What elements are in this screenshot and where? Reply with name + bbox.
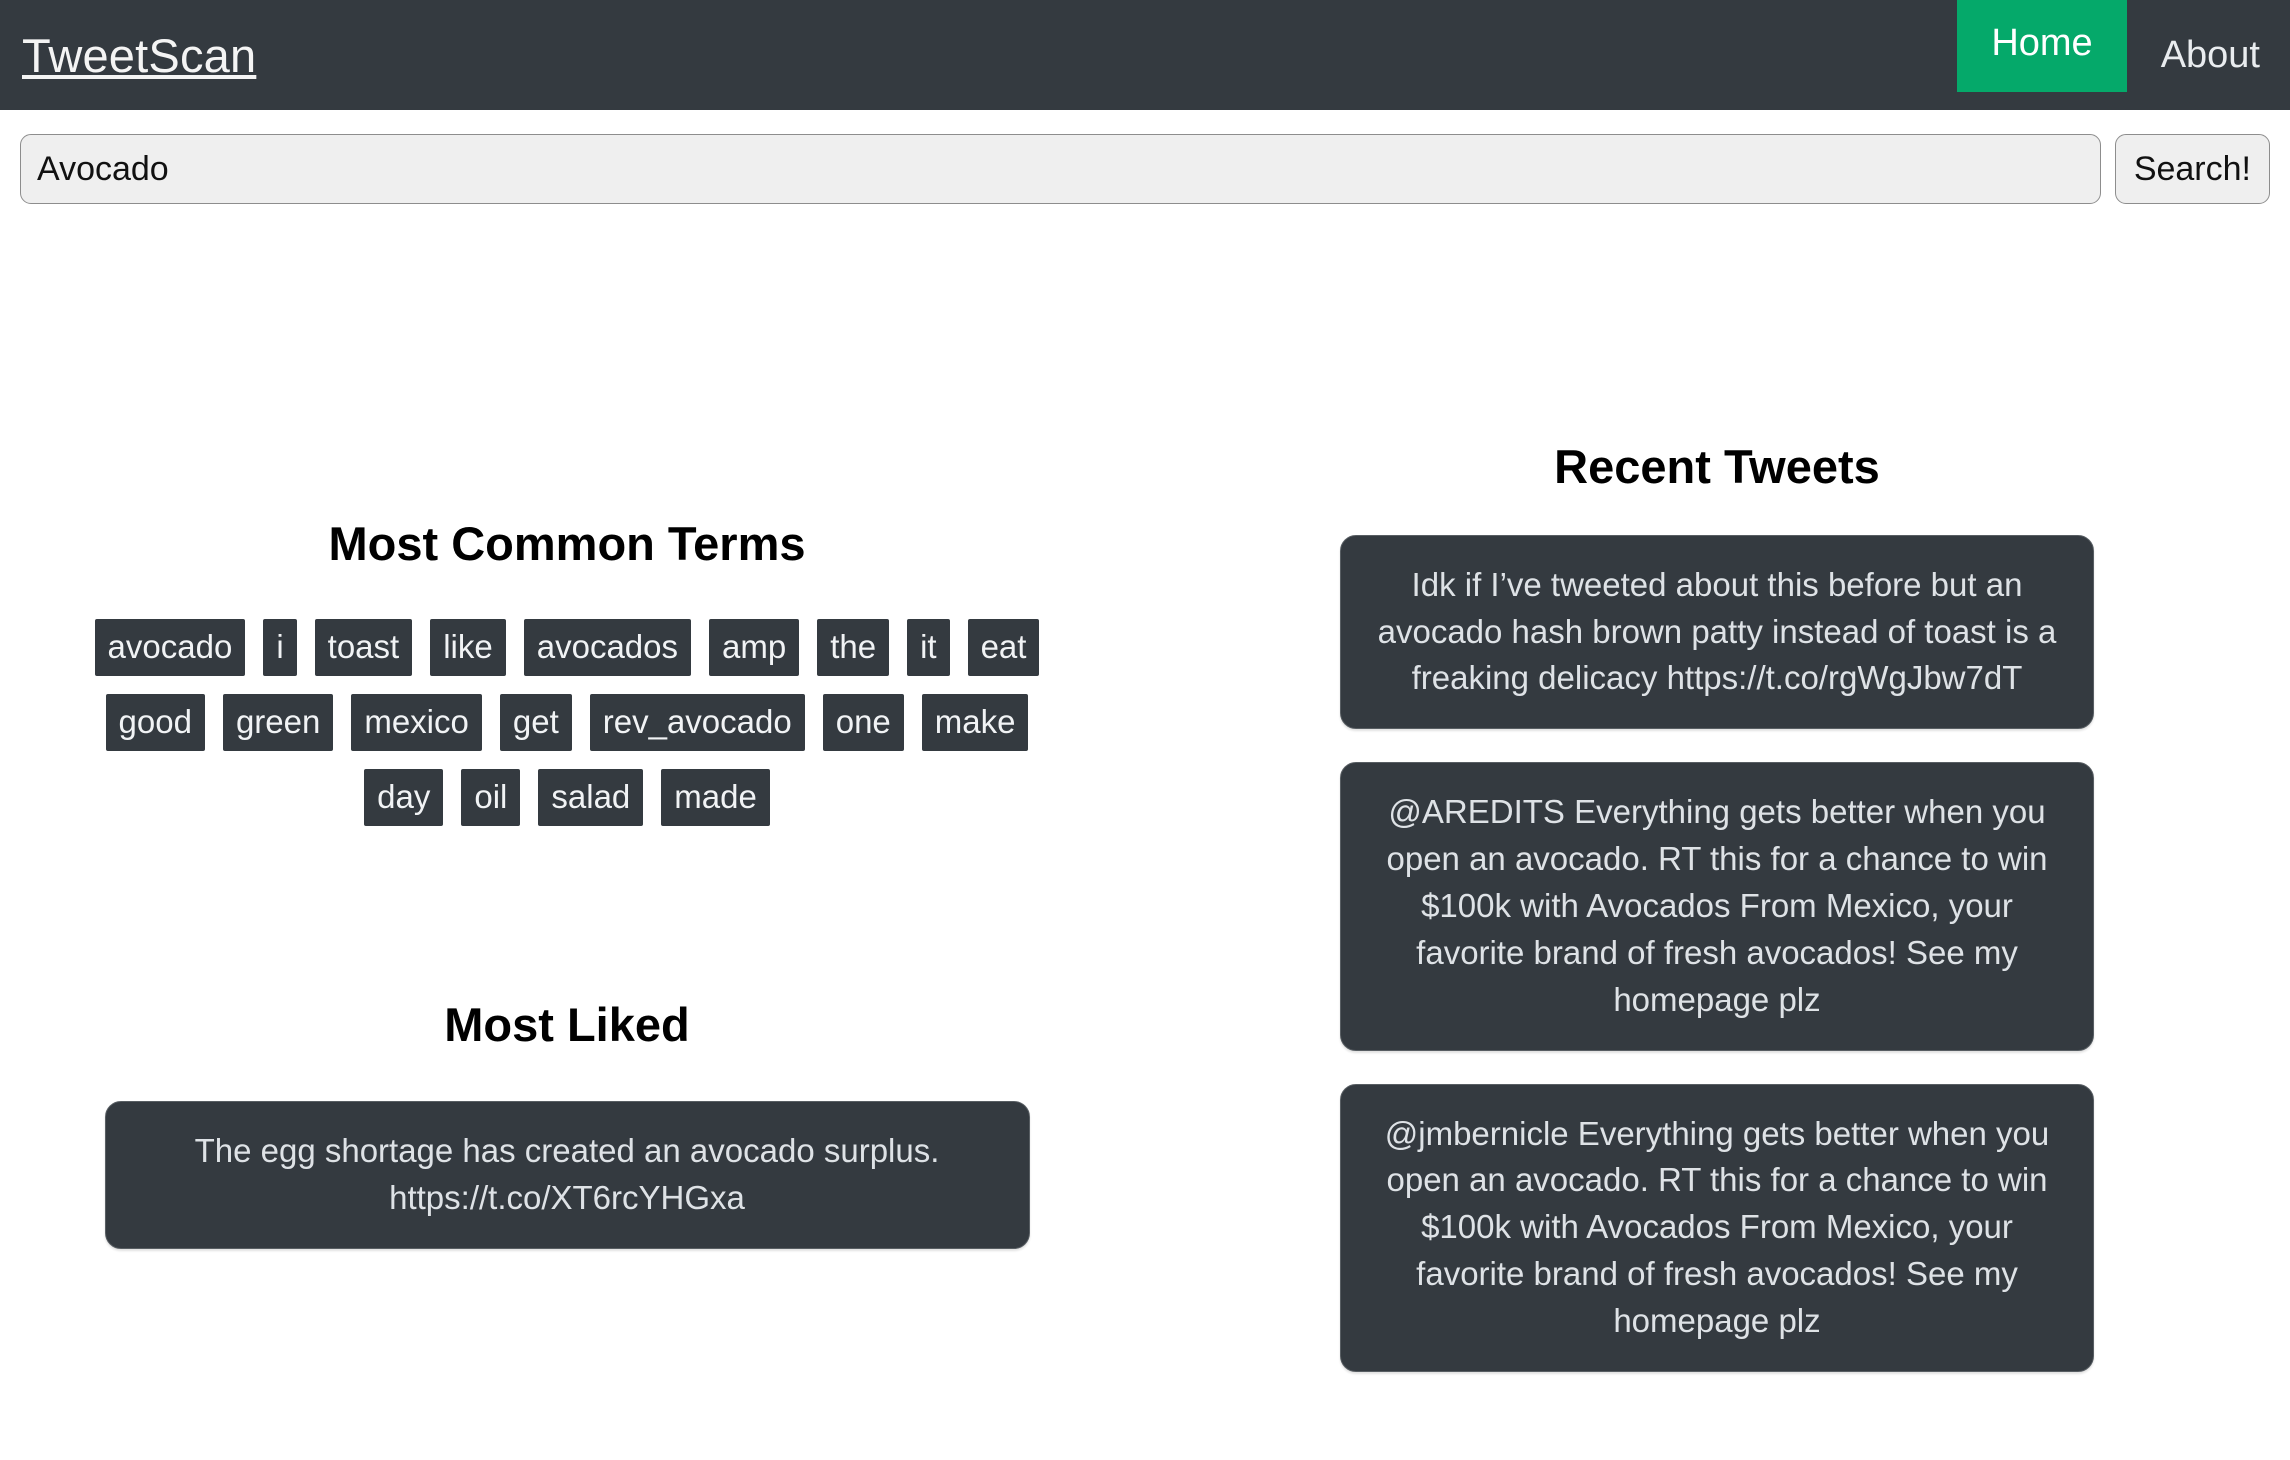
nav-link-about[interactable]: About [2127,0,2290,110]
navbar: TweetScan Home About [0,0,2290,110]
term-pill[interactable]: get [499,693,572,751]
term-pill[interactable]: mexico [351,693,482,751]
nav-links: Home About [1957,0,2290,110]
term-pill[interactable]: good [105,693,205,751]
term-pill[interactable]: green [222,693,334,751]
recent-tweets-title: Recent Tweets [1554,440,1880,493]
common-terms-list: avocado i toast like avocados amp the it eat good… [87,618,1047,826]
nav-link-home[interactable]: Home [1957,0,2127,92]
term-pill[interactable]: make [921,693,1029,751]
most-common-terms-title: Most Common Terms [328,517,806,570]
term-pill[interactable]: one [822,693,904,751]
recent-tweet-text: @jmbernicle Everything gets better when … [1384,1114,2050,1339]
most-liked-tweet-card[interactable]: The egg shortage has created an avocado … [104,1101,1030,1250]
term-pill[interactable]: day [364,768,444,826]
most-liked-tweet-text: The egg shortage has created an avocado … [194,1132,940,1217]
main-content: Most Common Terms avocado i toast like avoca… [0,204,2290,1372]
recent-tweet-card[interactable]: Idk if I’ve tweeted about this before bu… [1340,534,2094,730]
term-pill[interactable]: rev_avocado [589,693,805,751]
term-pill[interactable]: avocado [94,618,246,676]
recent-tweet-text: Idk if I’ve tweeted about this before bu… [1377,565,2057,697]
term-pill[interactable]: i [263,618,297,676]
recent-tweets-list: Idk if I’ve tweeted about this before bu… [1340,534,2094,1372]
term-pill[interactable]: avocados [523,618,691,676]
term-pill[interactable]: eat [967,618,1040,676]
search-input[interactable] [20,134,2101,204]
recent-tweet-text: @AREDITS Everything gets better when you… [1386,793,2048,1018]
term-pill[interactable]: toast [314,618,413,676]
term-pill[interactable]: like [430,618,506,676]
term-pill[interactable]: salad [538,768,644,826]
search-button[interactable]: Search! [2114,134,2270,204]
brand-logo[interactable]: TweetScan [22,32,256,79]
recent-tweet-card[interactable]: @AREDITS Everything gets better when you… [1340,762,2094,1051]
term-pill[interactable]: the [817,618,890,676]
term-pill[interactable]: made [661,768,770,826]
recent-tweet-card[interactable]: @jmbernicle Everything gets better when … [1340,1083,2094,1372]
term-pill[interactable]: it [907,618,950,676]
term-pill[interactable]: amp [709,618,800,676]
most-liked-title: Most Liked [444,997,690,1051]
right-column: Recent Tweets Idk if I’ve tweeted about … [1144,441,2290,1372]
term-pill[interactable]: oil [461,768,521,826]
search-bar: Search! [0,110,2290,204]
left-column: Most Common Terms avocado i toast like avoca… [0,517,1144,1250]
